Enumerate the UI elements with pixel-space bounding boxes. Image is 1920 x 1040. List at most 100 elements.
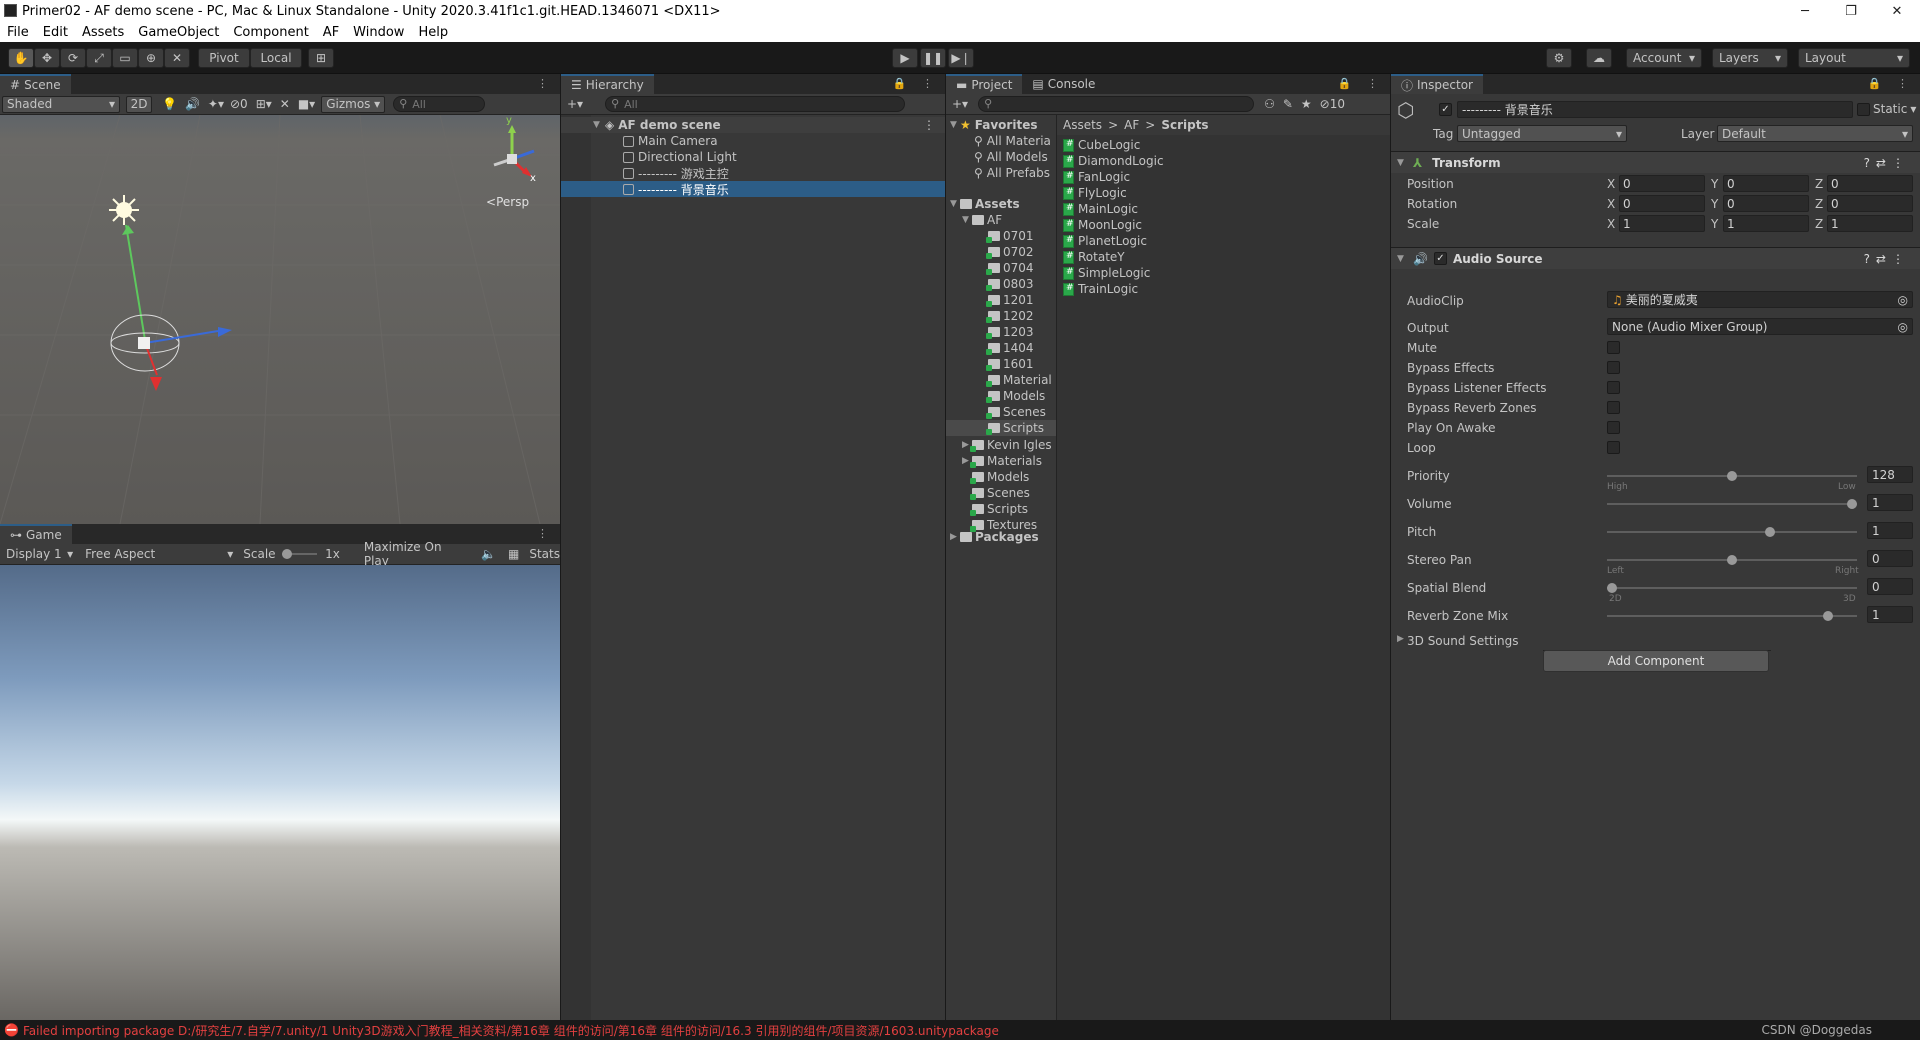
project-folder-item[interactable]: Scenes [946, 485, 1056, 501]
scale-x-field[interactable]: X1 [1607, 215, 1705, 232]
script-asset-item[interactable]: FlyLogic [1057, 185, 1390, 201]
project-folder-item[interactable]: ▶ Materials [946, 453, 1056, 469]
local-toggle[interactable]: Local [250, 48, 302, 68]
tab-project[interactable]: ▬ Project [946, 74, 1023, 94]
hierarchy-item[interactable]: Main Camera [561, 133, 945, 149]
stereo-pan-slider-knob[interactable] [1727, 555, 1737, 565]
pause-button[interactable]: ❚❚ [920, 48, 946, 68]
object-picker-icon[interactable]: ◎ [1898, 320, 1908, 334]
expand-triangle-icon[interactable]: ▼ [1397, 158, 1407, 168]
output-field[interactable]: None (Audio Mixer Group) ◎ [1607, 318, 1913, 335]
rotation-z-field[interactable]: Z0 [1815, 195, 1913, 212]
audio-source-header[interactable]: ▼ 🔊 ✓ Audio Source ?⇄⋮ [1391, 247, 1920, 269]
static-checkbox[interactable] [1857, 103, 1870, 116]
account-dropdown[interactable]: Account ▾ [1626, 48, 1702, 68]
stereo-pan-input[interactable]: 0 [1867, 550, 1913, 567]
scene-menu-icon[interactable]: ⋮ [923, 118, 935, 132]
favorite-item[interactable]: ⚲ All Prefabs [946, 165, 1056, 181]
layers-dropdown[interactable]: Layers ▾ [1712, 48, 1788, 68]
script-asset-item[interactable]: MoonLogic [1057, 217, 1390, 233]
project-folder-item[interactable]: 0702 [946, 244, 1056, 260]
script-asset-item[interactable]: PlanetLogic [1057, 233, 1390, 249]
reverb-zone-mix-slider-knob[interactable] [1823, 611, 1833, 621]
active-checkbox[interactable]: ✓ [1439, 103, 1452, 116]
scale-z-field[interactable]: Z1 [1815, 215, 1913, 232]
packages-row[interactable]: ▶ Packages [946, 529, 1056, 545]
display-dropdown[interactable]: Display 1 ▾ [2, 546, 77, 563]
scene-search-input[interactable]: All [393, 96, 486, 112]
script-asset-item[interactable]: TrainLogic [1057, 281, 1390, 297]
scale-slider[interactable] [281, 549, 318, 559]
2d-toggle[interactable]: 2D [126, 95, 152, 113]
search-by-label-icon[interactable]: ✎ [1283, 97, 1293, 111]
create-dropdown[interactable]: +▾ [567, 97, 583, 111]
script-asset-item[interactable]: SimpleLogic [1057, 265, 1390, 281]
menu-file[interactable]: File [0, 25, 36, 40]
effects-icon[interactable]: ✦▾ [208, 97, 224, 111]
audio-icon[interactable]: 🔊 [185, 97, 200, 111]
project-folder-item[interactable]: Models [946, 469, 1056, 485]
project-folder-item[interactable]: Models [946, 388, 1056, 404]
menu-window[interactable]: Window [346, 25, 411, 40]
tools-icon[interactable]: ✕ [280, 97, 290, 111]
script-asset-item[interactable]: RotateY [1057, 249, 1390, 265]
project-folder-item[interactable]: 0803 [946, 276, 1056, 292]
project-folder-item[interactable]: 1601 [946, 356, 1056, 372]
project-search-input[interactable] [978, 96, 1255, 112]
panel-menu-icon[interactable]: ⋮ [537, 527, 554, 540]
value-input[interactable]: 1 [1827, 215, 1913, 232]
bypass-listener-checkbox[interactable] [1607, 381, 1620, 394]
script-asset-item[interactable]: MainLogic [1057, 201, 1390, 217]
cloud-icon[interactable]: ☁ [1586, 48, 1612, 68]
tag-dropdown[interactable]: Untagged ▾ [1457, 125, 1627, 142]
add-component-button[interactable]: Add Component [1543, 650, 1769, 672]
3d-sound-settings-foldout[interactable]: ▶ 3D Sound Settings [1397, 634, 1519, 648]
hierarchy-item-selected[interactable]: --------- 背景音乐 [561, 181, 945, 197]
project-folder-item[interactable]: 1404 [946, 340, 1056, 356]
priority-slider-knob[interactable] [1727, 471, 1737, 481]
expand-triangle-icon[interactable]: ▼ [962, 215, 972, 225]
step-button[interactable]: ▶❘ [948, 48, 974, 68]
lock-icon[interactable]: 🔒 ⋮ [1868, 77, 1914, 90]
value-input[interactable]: 0 [1619, 195, 1705, 212]
stereo-pan-slider[interactable] [1607, 555, 1857, 565]
position-y-field[interactable]: Y0 [1711, 175, 1809, 192]
menu-assets[interactable]: Assets [75, 25, 131, 40]
project-folder-item[interactable]: Scripts [946, 501, 1056, 517]
expand-triangle-icon[interactable]: ▼ [950, 199, 960, 209]
hidden-packages-toggle[interactable]: ⊘ 10 [1320, 97, 1345, 111]
lighting-icon[interactable]: 💡 [162, 97, 177, 111]
priority-input[interactable]: 128 [1867, 466, 1913, 483]
volume-input[interactable]: 1 [1867, 494, 1913, 511]
project-folder-item[interactable]: 1201 [946, 292, 1056, 308]
rotate-tool-icon[interactable]: ⟳ [60, 48, 86, 68]
tab-inspector[interactable]: ⓘ Inspector [1391, 74, 1483, 94]
reverb-zone-mix-input[interactable]: 1 [1867, 606, 1913, 623]
layer-dropdown[interactable]: Default ▾ [1717, 125, 1913, 142]
project-folder-item[interactable]: 0701 [946, 228, 1056, 244]
project-folder-item[interactable]: 0704 [946, 260, 1056, 276]
rotation-y-field[interactable]: Y0 [1711, 195, 1809, 212]
mute-checkbox[interactable] [1607, 341, 1620, 354]
loop-checkbox[interactable] [1607, 441, 1620, 454]
position-z-field[interactable]: Z0 [1815, 175, 1913, 192]
play-on-awake-checkbox[interactable] [1607, 421, 1620, 434]
aspect-dropdown[interactable]: Free Aspect ▾ [81, 546, 237, 563]
maximize-on-play-toggle[interactable]: Maximize On Play [364, 540, 469, 568]
move-tool-icon[interactable]: ✥ [34, 48, 60, 68]
breadcrumb-item[interactable]: AF [1124, 118, 1139, 132]
value-input[interactable]: 0 [1723, 195, 1809, 212]
pitch-slider-knob[interactable] [1765, 527, 1776, 537]
gizmo-toggle-icon[interactable]: ▦ [508, 547, 519, 561]
hand-tool-icon[interactable]: ✋ [8, 48, 34, 68]
audio-enabled-checkbox[interactable]: ✓ [1433, 252, 1447, 265]
project-folder-item[interactable]: Scenes [946, 404, 1056, 420]
stats-toggle[interactable]: Stats [529, 547, 560, 561]
gameobject-cube-icon[interactable]: ⬡ [1397, 98, 1421, 122]
menu-component[interactable]: Component [226, 25, 315, 40]
menu-gameobject[interactable]: GameObject [131, 25, 226, 40]
menu-af[interactable]: AF [316, 25, 346, 40]
value-input[interactable]: 0 [1827, 175, 1913, 192]
search-by-type-icon[interactable]: ⚇ [1264, 97, 1275, 111]
expand-triangle-icon[interactable]: ▼ [593, 120, 603, 130]
